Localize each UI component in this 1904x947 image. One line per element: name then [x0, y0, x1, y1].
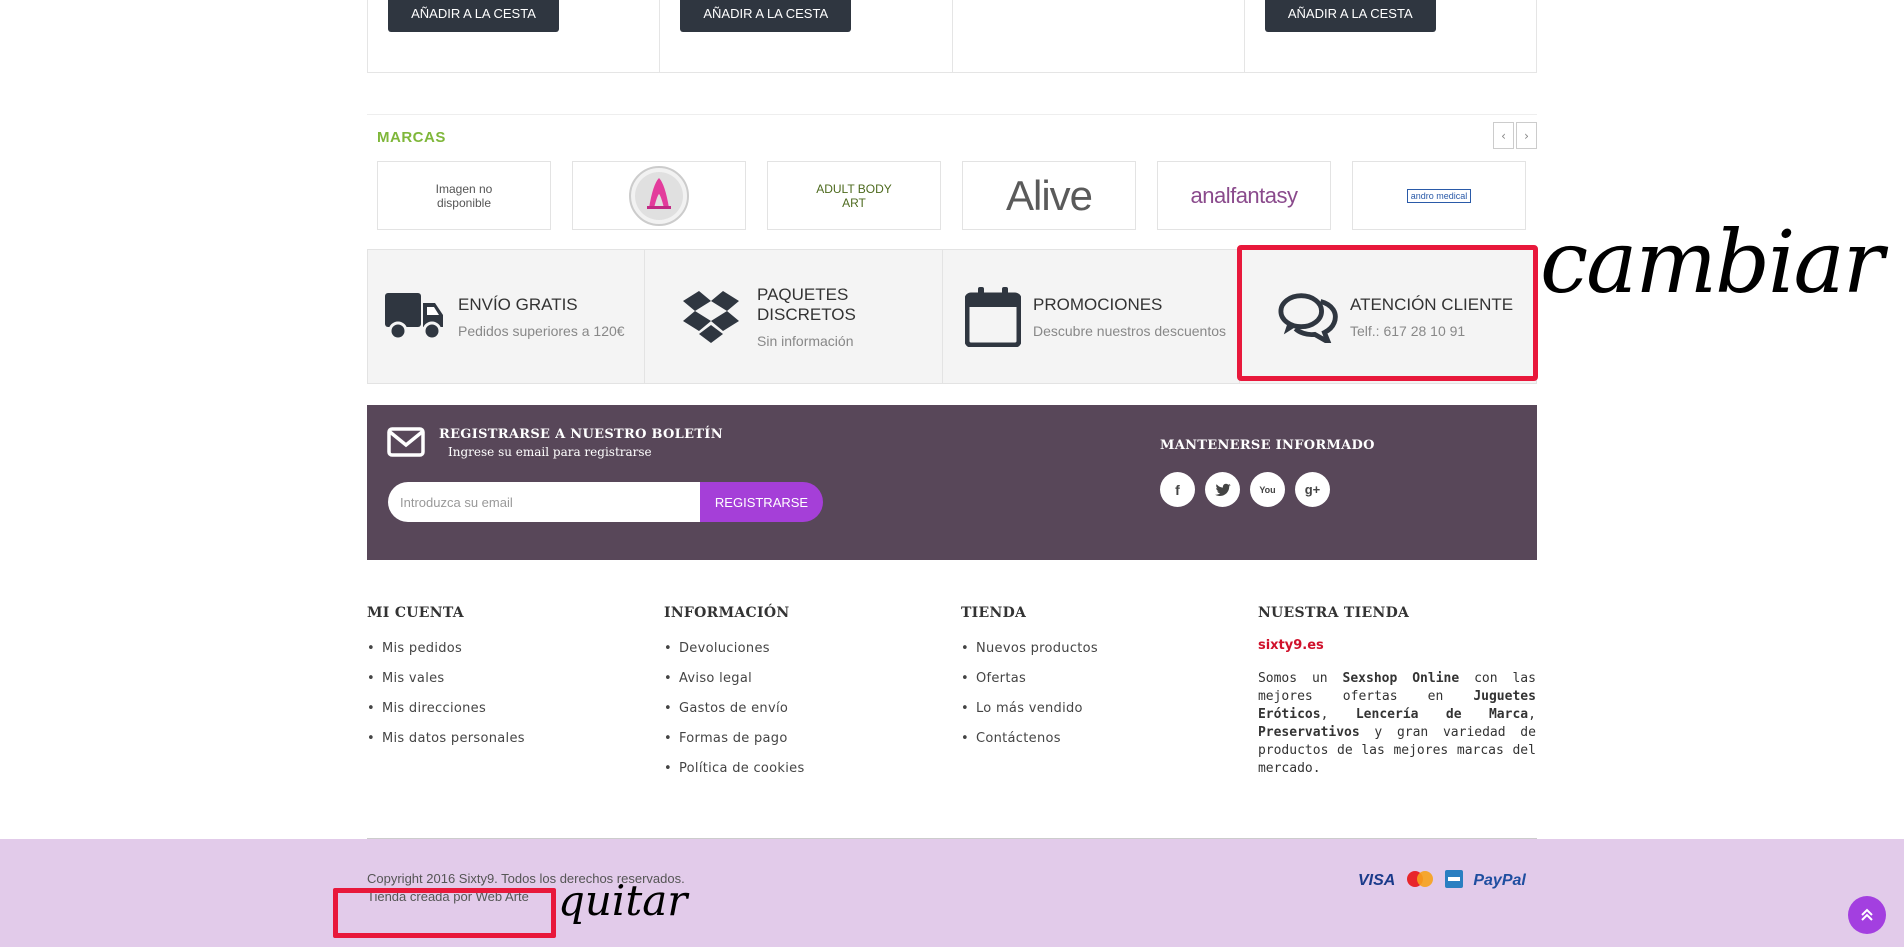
product-strip: AÑADIR A LA CESTA AÑADIR A LA CESTA AÑAD… [367, 0, 1537, 73]
product-cell: AÑADIR A LA CESTA [1245, 0, 1536, 72]
brand-label: Imagen no disponible [435, 181, 493, 210]
feature-subtitle: Pedidos superiores a 120€ [458, 322, 625, 339]
store-description: Somos un Sexshop Online con las mejores … [1258, 670, 1536, 778]
store-desc-text: , [1528, 707, 1536, 722]
product-cell [953, 0, 1245, 72]
brand-logo-alive[interactable]: Alive [962, 161, 1136, 230]
google-plus-icon[interactable]: g+ [1295, 472, 1330, 507]
newsletter-email-input[interactable]: Introduzca su email [388, 482, 700, 522]
envelope-icon [387, 427, 425, 461]
store-link[interactable]: sixty9.es [1258, 638, 1537, 653]
newsletter-block: REGISTRARSE A NUESTRO BOLETÍN Ingrese su… [367, 405, 1537, 560]
payment-methods: VISA PayPal [1358, 870, 1526, 892]
dropbox-icon [683, 287, 739, 347]
store-desc-keyword: Sexshop Online [1342, 671, 1460, 686]
store-desc-text: , [1320, 707, 1356, 722]
amex-icon [1445, 870, 1464, 892]
twitter-icon[interactable] [1205, 472, 1240, 507]
footer-col-info: INFORMACIÓN Devoluciones Aviso legal Gas… [664, 605, 961, 795]
footer-col-title: MI CUENTA [367, 605, 464, 621]
feature-title: ENVÍO GRATIS [458, 294, 578, 314]
product-cell: AÑADIR A LA CESTA [660, 0, 953, 72]
footer-link[interactable]: Mis pedidos [367, 641, 664, 671]
footer-link[interactable]: Política de cookies [664, 761, 961, 791]
store-desc-text: Somos un [1257, 671, 1343, 686]
footer-link[interactable]: Formas de pago [664, 731, 961, 761]
brand-label: ADULT BODY ART [816, 181, 892, 210]
calendar-icon [963, 286, 1023, 347]
feature-free-shipping: ENVÍO GRATIS Pedidos superiores a 120€ [368, 250, 645, 383]
social-links: f You g+ [1160, 472, 1330, 507]
feature-subtitle: Descubre nuestros descuentos [1033, 322, 1226, 339]
bottom-bar [0, 839, 1904, 947]
footer-link[interactable]: Lo más vendido [961, 701, 1258, 731]
youtube-icon[interactable]: You [1250, 472, 1285, 507]
brand-logo-andro-medical[interactable]: andro medical [1352, 161, 1526, 230]
newsletter-subtitle: Ingrese su email para registrarse [448, 445, 652, 459]
product-cell: AÑADIR A LA CESTA [368, 0, 661, 72]
brand-carousel: Imagen no disponible ADULT BODY ART Aliv… [377, 161, 1526, 230]
footer-link[interactable]: Devoluciones [664, 641, 961, 671]
brand-round-logo-icon [629, 165, 689, 226]
footer-link[interactable]: Aviso legal [664, 671, 961, 701]
add-to-cart-button[interactable]: AÑADIR A LA CESTA [1264, 0, 1436, 32]
brand-label: analfantasy [1190, 182, 1298, 208]
footer-col-title: NUESTRA TIENDA [1257, 605, 1410, 621]
brands-nav: ‹ › [1493, 122, 1537, 149]
store-desc-keyword: Lencería de Marca [1355, 707, 1529, 722]
mastercard-icon [1405, 870, 1435, 892]
feature-discreet-packages: PAQUETES DISCRETOS Sin información [645, 250, 943, 383]
footer-link[interactable]: Mis datos personales [367, 731, 664, 761]
footer-columns: MI CUENTA Mis pedidos Mis vales Mis dire… [367, 605, 1537, 795]
newsletter-register-button[interactable]: REGISTRARSE [700, 482, 823, 522]
annotation-remove-text: quitar [558, 876, 688, 925]
footer-link[interactable]: Mis direcciones [367, 701, 664, 731]
brands-next-button[interactable]: › [1516, 122, 1537, 149]
annotation-change-text: cambiar [1540, 213, 1884, 313]
feature-promotions: PROMOCIONES Descubre nuestros descuentos [943, 250, 1240, 383]
stay-informed-title: MANTENERSE INFORMADO [1160, 438, 1375, 453]
brands-title: MARCAS [377, 129, 446, 146]
brand-logo-adult-body-art[interactable]: ADULT BODY ART [767, 161, 941, 230]
brand-logo-unavailable[interactable]: Imagen no disponible [377, 161, 551, 230]
footer-col-account: MI CUENTA Mis pedidos Mis vales Mis dire… [367, 605, 664, 795]
feature-title: PAQUETES DISCRETOS [757, 284, 856, 324]
brands-prev-button[interactable]: ‹ [1493, 122, 1514, 149]
footer-col-title: INFORMACIÓN [663, 605, 790, 621]
brand-logo-round[interactable] [572, 161, 746, 230]
store-desc-keyword: Preservativos [1257, 725, 1360, 740]
brand-logo-analfantasy[interactable]: analfantasy [1157, 161, 1331, 230]
footer-link[interactable]: Mis vales [367, 671, 664, 701]
feature-subtitle: Sin información [757, 332, 854, 349]
brands-section: MARCAS ‹ › Imagen no disponible ADULT BO… [367, 114, 1537, 232]
newsletter-title: REGISTRARSE A NUESTRO BOLETÍN [439, 427, 723, 442]
footer-link[interactable]: Nuevos productos [961, 641, 1258, 671]
footer-col-shop: TIENDA Nuevos productos Ofertas Lo más v… [961, 605, 1258, 795]
add-to-cart-button[interactable]: AÑADIR A LA CESTA [388, 0, 559, 32]
annotation-highlight-box [333, 888, 556, 938]
footer-link[interactable]: Contáctenos [961, 731, 1258, 761]
double-chevron-up-icon [1861, 908, 1873, 921]
visa-icon: VISA [1358, 872, 1396, 889]
truck-icon [384, 287, 444, 347]
feature-title: PROMOCIONES [1033, 294, 1163, 314]
footer-link[interactable]: Ofertas [961, 671, 1258, 701]
facebook-icon[interactable]: f [1160, 472, 1195, 507]
add-to-cart-button[interactable]: AÑADIR A LA CESTA [680, 0, 852, 32]
annotation-highlight-box [1237, 245, 1538, 381]
footer-col-store: NUESTRA TIENDA sixty9.es Somos un Sexsho… [1258, 605, 1537, 795]
paypal-icon: PayPal [1473, 872, 1526, 889]
footer-col-title: TIENDA [960, 605, 1027, 621]
newsletter-form: Introduzca su email REGISTRARSE [388, 482, 823, 522]
scroll-to-top-button[interactable] [1848, 896, 1886, 934]
brand-label: andro medical [1406, 188, 1472, 203]
brand-label: Alive [1005, 171, 1093, 219]
footer-link[interactable]: Gastos de envío [664, 701, 961, 731]
